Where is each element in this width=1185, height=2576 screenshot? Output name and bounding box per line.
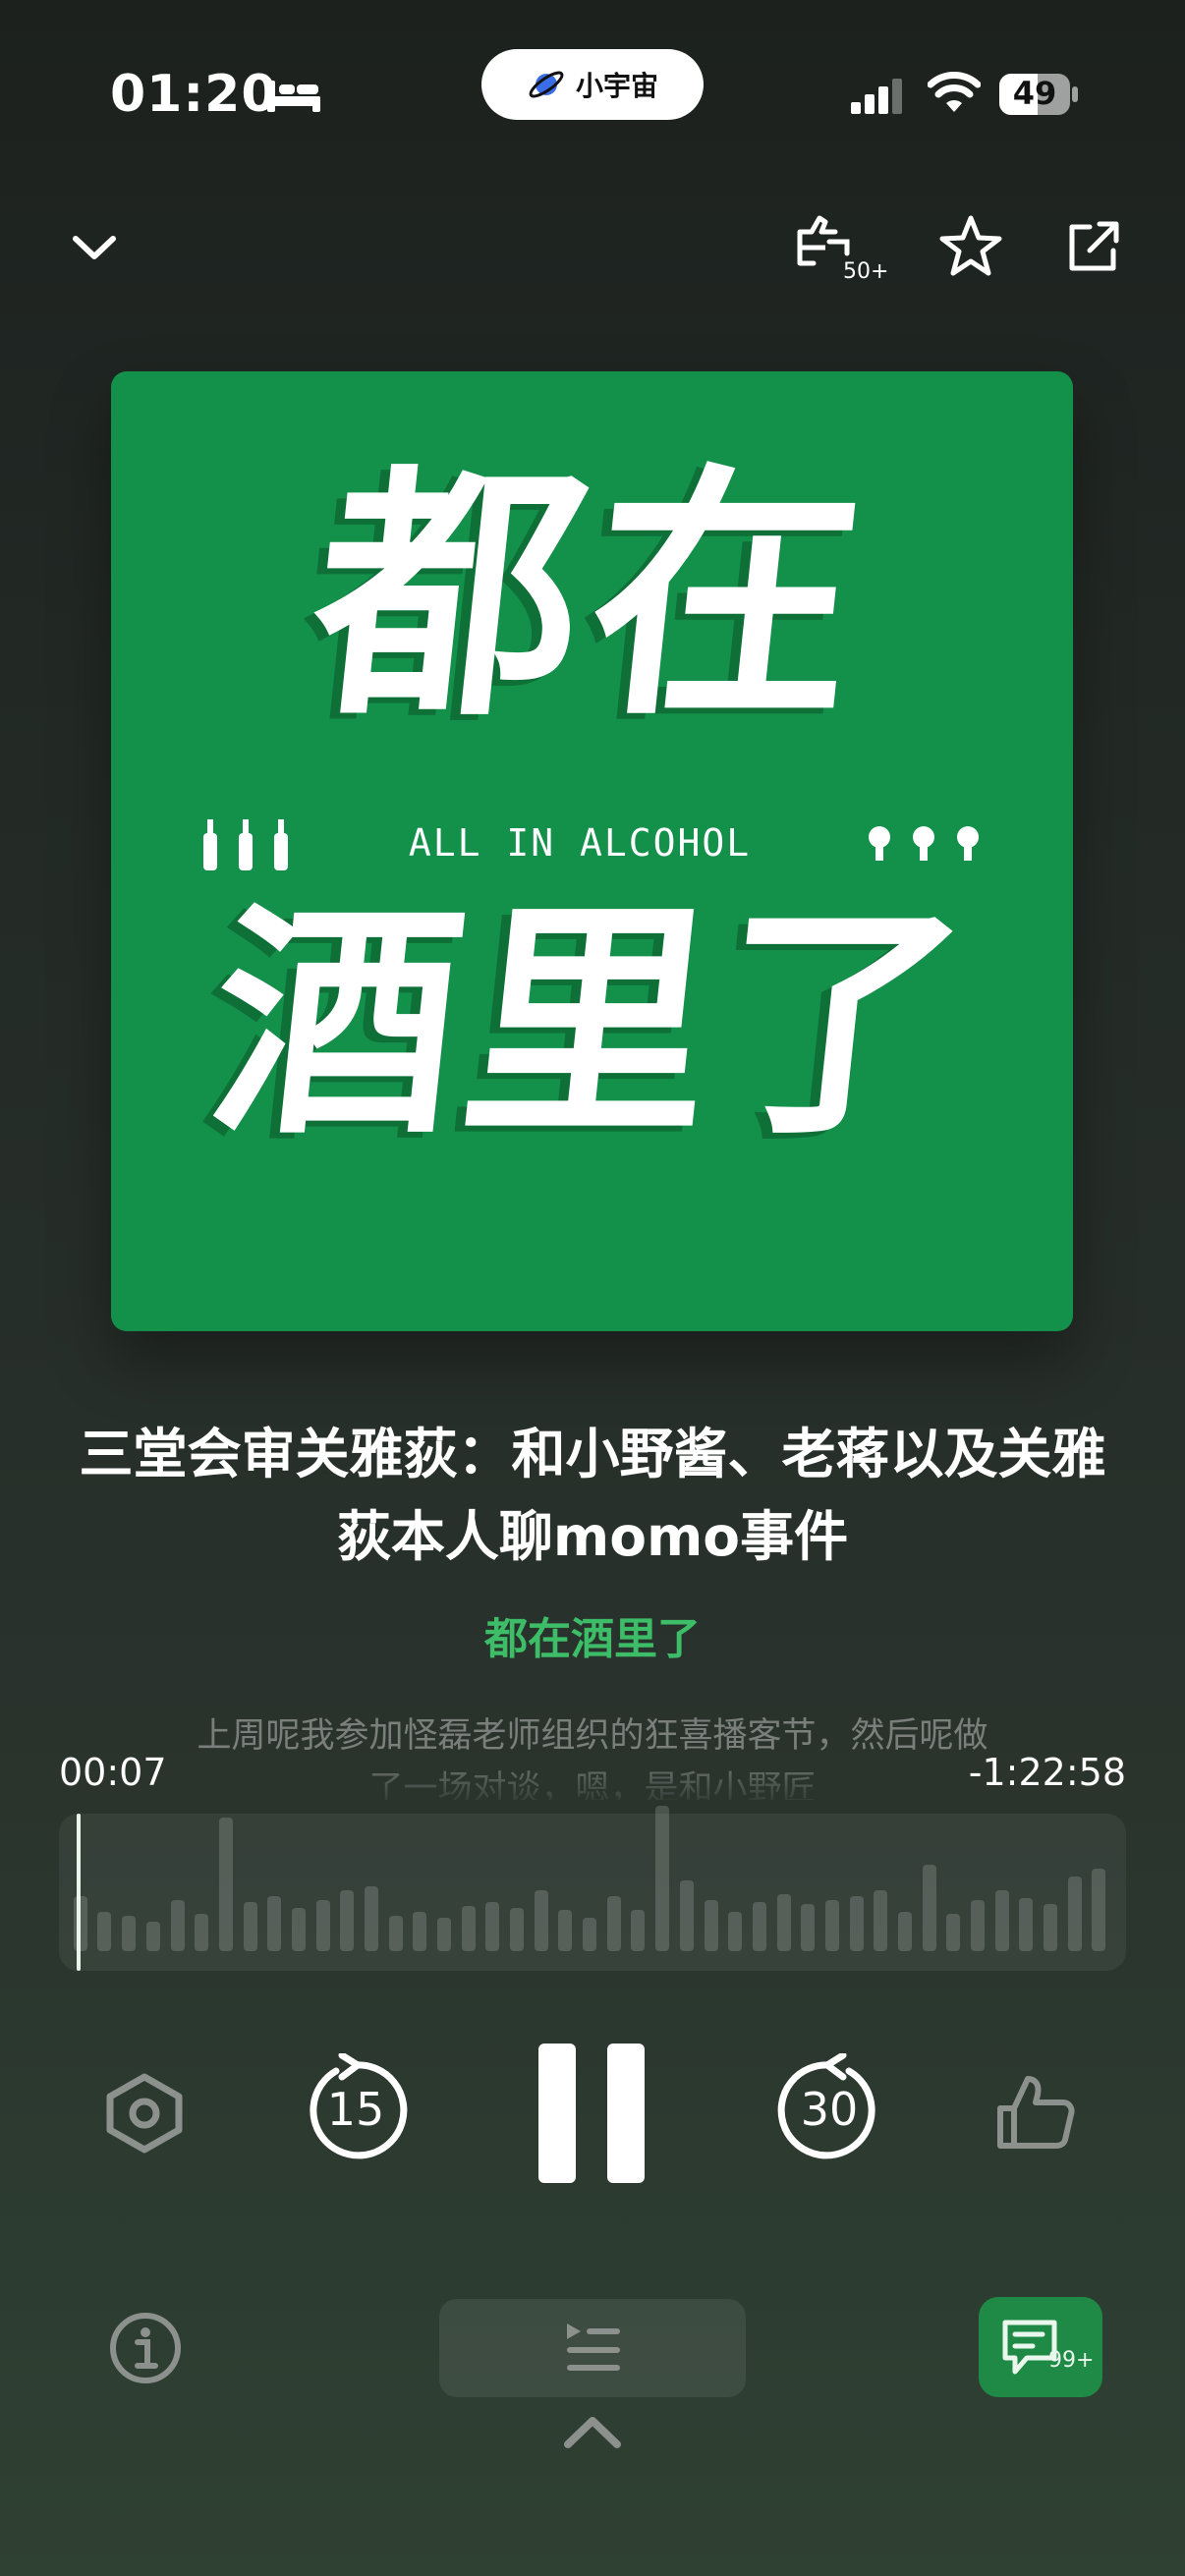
waveform-bar — [292, 1908, 306, 1951]
status-time: 01:20 — [110, 65, 278, 124]
podcast-cover-art: 都在 ALL IN ALCOHOL 酒里了 — [111, 371, 1073, 1331]
lightbulbs-icon — [868, 826, 979, 861]
comments-button[interactable]: 99+ — [979, 2297, 1102, 2397]
battery-icon: 49 — [998, 73, 1079, 116]
waveform-bar — [655, 1806, 669, 1951]
battery-level: 49 — [1012, 75, 1057, 112]
waveform-bar — [340, 1890, 354, 1951]
cellular-signal-icon — [849, 77, 906, 118]
waveform-bar — [1044, 1904, 1057, 1951]
cover-tagline: ALL IN ALCOHOL — [408, 821, 752, 865]
waveform-scrubber[interactable] — [59, 1806, 1126, 1971]
waveform-bar — [728, 1912, 742, 1951]
waveform-bar — [267, 1896, 281, 1951]
skip-back-seconds: 15 — [326, 2083, 385, 2136]
planet-icon — [529, 71, 564, 98]
chevron-up-icon — [564, 2417, 621, 2448]
waveform-bar — [705, 1900, 718, 1951]
skip-forward-seconds: 30 — [800, 2083, 859, 2136]
thumbs-up-icon — [997, 2076, 1075, 2149]
waveform-bar — [680, 1880, 694, 1951]
playlist-icon — [567, 2324, 620, 2371]
episode-title: 三堂会审关雅荻：和小野酱、老蒋以及关雅荻本人聊momo事件 — [79, 1423, 1106, 1568]
waveform-bar — [753, 1902, 766, 1951]
bottles-icon — [203, 819, 288, 870]
waveform-bar — [244, 1902, 257, 1951]
transcript-preview[interactable]: 上周呢我参加怪磊老师组织的狂喜播客节，然后呢做了一场对谈，嗯，是和小野匠 — [197, 1709, 988, 1800]
cover-title-line2: 酒里了 — [199, 881, 985, 1167]
collapse-button[interactable] — [65, 218, 124, 277]
waveform-bar — [195, 1914, 208, 1951]
waveform-bar — [535, 1890, 548, 1951]
waveform-bar — [1068, 1876, 1082, 1951]
mark-played-button[interactable]: 50+ — [796, 214, 890, 289]
pause-button[interactable] — [533, 2042, 650, 2185]
pause-icon — [538, 2044, 645, 2183]
waveform-bar — [365, 1886, 378, 1951]
mark-played-count: 50+ — [843, 259, 889, 284]
star-icon — [939, 215, 1002, 276]
info-icon — [110, 2313, 181, 2383]
waveform-bar — [437, 1918, 451, 1951]
like-button[interactable] — [994, 2071, 1077, 2157]
waveform-bar — [583, 1918, 596, 1951]
waveform-bar — [413, 1912, 426, 1951]
episode-info-button[interactable] — [108, 2311, 183, 2389]
sleep-mode-icon — [265, 77, 322, 118]
playlist-button[interactable] — [439, 2299, 746, 2397]
waveform-bar — [923, 1865, 936, 1951]
waveform-bar — [1092, 1869, 1105, 1951]
waveform-bar — [1019, 1898, 1033, 1951]
show-name-link[interactable]: 都在酒里了 — [0, 1603, 1185, 1666]
hexagon-settings-icon — [106, 2073, 183, 2154]
cover-tagline-row: ALL IN ALCOHOL — [201, 813, 988, 872]
waveform-bar — [801, 1904, 815, 1951]
waveform-bar — [122, 1916, 136, 1951]
waveform-bar — [607, 1896, 621, 1951]
waveform-bar — [631, 1910, 645, 1951]
waveform-bar — [971, 1900, 985, 1951]
waveform-bar — [219, 1818, 233, 1951]
elapsed-time: 00:07 — [59, 1751, 167, 1794]
waveform-bar — [898, 1912, 912, 1951]
waveform-bar — [558, 1910, 572, 1951]
waveform-bar — [316, 1900, 330, 1951]
waveform-bar — [777, 1894, 791, 1951]
waveform-bar — [171, 1900, 185, 1951]
comments-count: 99+ — [1048, 2348, 1095, 2373]
waveform-bar — [97, 1912, 111, 1951]
waveform-bar — [389, 1916, 403, 1951]
share-icon — [1069, 221, 1119, 271]
expand-button[interactable] — [562, 2413, 623, 2454]
cover-title-line1: 都在 — [300, 442, 884, 752]
waveform-bar — [850, 1896, 864, 1951]
app-pill-label: 小宇宙 — [575, 70, 658, 102]
remaining-time: -1:22:58 — [968, 1751, 1126, 1794]
wifi-icon — [927, 71, 982, 118]
share-button[interactable] — [1055, 210, 1130, 285]
favorite-button[interactable] — [933, 208, 1008, 283]
playback-settings-button[interactable] — [102, 2071, 187, 2159]
waveform-bar — [146, 1922, 160, 1951]
waveform-bar — [462, 1906, 476, 1951]
waveform-bar — [74, 1896, 87, 1951]
app-pill[interactable]: 小宇宙 — [481, 49, 704, 120]
waveform-bar — [874, 1890, 887, 1951]
skip-forward-button[interactable]: 30 — [772, 2053, 886, 2167]
skip-back-button[interactable]: 15 — [299, 2053, 413, 2167]
waveform-bar — [510, 1908, 524, 1951]
chevron-down-icon — [73, 236, 116, 259]
waveform-bar — [995, 1890, 1009, 1951]
waveform-bar — [485, 1902, 499, 1951]
waveform-bar — [946, 1914, 960, 1951]
waveform-bar — [825, 1900, 839, 1951]
